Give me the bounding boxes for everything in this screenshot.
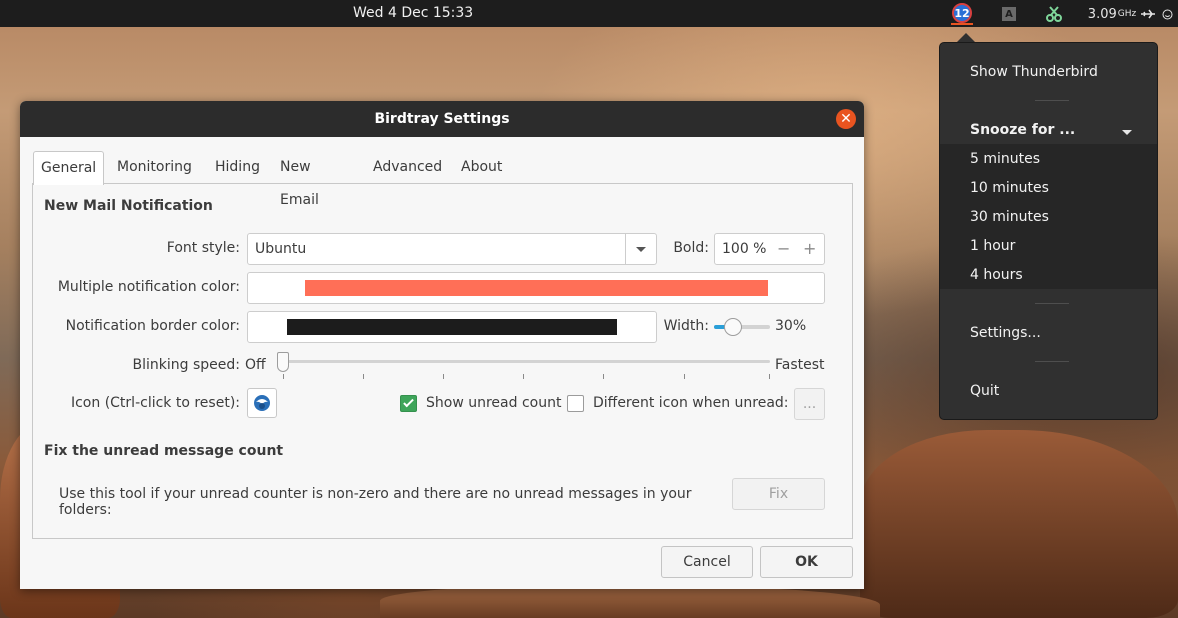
smile-icon — [1162, 9, 1172, 19]
ok-button[interactable]: OK — [760, 546, 853, 578]
font-style-dropdown-button[interactable] — [625, 234, 656, 264]
menu-show-thunderbird[interactable]: Show Thunderbird — [970, 64, 1098, 80]
snooze-submenu: 5 minutes 10 minutes 30 minutes 1 hour 4… — [940, 144, 1157, 289]
menu-separator — [1035, 303, 1069, 304]
chevron-down-icon — [636, 247, 646, 252]
close-icon: ✕ — [840, 111, 852, 127]
top-panel: Wed 4 Dec 15:33 12 A 3.09 GHz — [0, 0, 1178, 27]
tab-new-email[interactable]: New Email — [273, 151, 326, 208]
general-tab-panel: New Mail Notification Font style: Ubuntu… — [32, 183, 853, 539]
birdtray-badge: 12 — [952, 3, 972, 23]
snooze-option[interactable]: 10 minutes — [970, 180, 1049, 196]
thunderbird-icon — [254, 395, 270, 411]
font-style-value: Ubuntu — [255, 241, 307, 257]
network-icon[interactable] — [1140, 3, 1156, 25]
tab-monitoring[interactable]: Monitoring — [110, 151, 199, 184]
tab-about[interactable]: About — [454, 151, 509, 184]
snooze-option[interactable]: 4 hours — [970, 267, 1023, 283]
status-icon[interactable] — [1160, 3, 1174, 25]
width-value: 30% — [775, 318, 807, 334]
keyboard-layout-icon[interactable]: A — [1001, 3, 1017, 25]
slider-tick — [363, 374, 364, 379]
slider-tick — [769, 374, 770, 379]
bold-decrease-button[interactable]: − — [777, 239, 790, 258]
font-style-label: Font style: — [166, 240, 240, 256]
width-slider-handle[interactable] — [724, 318, 742, 336]
icon-label: Icon (Ctrl-click to reset): — [70, 395, 240, 411]
fix-count-heading: Fix the unread message count — [44, 443, 284, 459]
notification-icon-button[interactable] — [247, 388, 277, 418]
clipboard-scissors-icon[interactable] — [1043, 3, 1065, 25]
menu-separator — [1035, 361, 1069, 362]
tab-advanced[interactable]: Advanced — [366, 151, 449, 184]
slider-tick — [523, 374, 524, 379]
slider-tick — [443, 374, 444, 379]
width-label: Width: — [663, 318, 709, 334]
cpu-freq-value: 3.09 — [1087, 6, 1117, 22]
blink-speed-slider[interactable] — [283, 360, 770, 363]
tab-general[interactable]: General — [33, 151, 105, 185]
new-mail-heading: New Mail Notification — [44, 198, 213, 214]
dialog-titlebar[interactable]: Birdtray Settings ✕ — [20, 101, 864, 137]
border-color-label: Notification border color: — [65, 318, 240, 334]
scissors-icon — [1046, 6, 1062, 22]
menu-snooze-for[interactable]: Snooze for ... — [970, 122, 1075, 138]
plane-icon — [1141, 9, 1155, 19]
snooze-option[interactable]: 1 hour — [970, 238, 1015, 254]
cpu-freq-indicator[interactable]: 3.09 GHz — [1087, 3, 1137, 25]
snooze-option[interactable]: 5 minutes — [970, 151, 1040, 167]
slider-tick — [603, 374, 604, 379]
slider-tick — [684, 374, 685, 379]
checkmark-icon — [403, 396, 414, 408]
blink-speed-handle[interactable] — [277, 352, 289, 372]
blink-fastest-label: Fastest — [775, 357, 825, 373]
cancel-button[interactable]: Cancel — [661, 546, 753, 578]
border-color-button[interactable] — [247, 311, 657, 343]
slider-tick — [283, 374, 284, 379]
border-color-swatch — [287, 319, 617, 335]
menu-separator — [1035, 100, 1069, 101]
bold-value: 100 % — [722, 241, 767, 257]
menu-settings[interactable]: Settings... — [970, 325, 1041, 341]
birdtray-icon[interactable]: 12 — [951, 3, 973, 25]
multi-color-swatch — [305, 280, 768, 296]
clock[interactable]: Wed 4 Dec 15:33 — [353, 5, 473, 21]
fix-count-description: Use this tool if your unread counter is … — [59, 486, 692, 518]
bold-increase-button[interactable]: + — [803, 239, 816, 258]
birdtray-settings-dialog: Birdtray Settings ✕ New Mail Notificatio… — [20, 101, 864, 589]
chevron-down-icon — [1122, 130, 1132, 135]
bold-label: Bold: — [673, 240, 709, 256]
cpu-freq-unit: GHz — [1117, 9, 1137, 19]
wallpaper-rock — [380, 585, 880, 618]
fix-button[interactable]: Fix — [732, 478, 825, 510]
menu-quit[interactable]: Quit — [970, 383, 999, 399]
wallpaper-rock — [860, 430, 1178, 618]
keyboard-layout-glyph: A — [1002, 7, 1016, 21]
blink-off-label: Off — [245, 357, 266, 373]
close-button[interactable]: ✕ — [836, 109, 856, 129]
show-unread-label[interactable]: Show unread count — [426, 395, 566, 411]
font-style-combo[interactable]: Ubuntu — [247, 233, 657, 265]
tray-menu: Show Thunderbird Snooze for ... 5 minute… — [939, 42, 1158, 420]
different-icon-browse-button[interactable]: ... — [794, 388, 825, 420]
multi-color-label: Multiple notification color: — [57, 279, 240, 295]
different-icon-checkbox[interactable] — [567, 395, 584, 412]
blink-speed-label: Blinking speed: — [132, 357, 240, 373]
different-icon-label[interactable]: Different icon when unread: — [593, 395, 793, 411]
dialog-title: Birdtray Settings — [374, 111, 510, 127]
snooze-option[interactable]: 30 minutes — [970, 209, 1049, 225]
show-unread-checkbox[interactable] — [400, 395, 417, 412]
multi-color-button[interactable] — [247, 272, 825, 304]
tab-hiding[interactable]: Hiding — [208, 151, 267, 184]
bold-spinbox[interactable]: 100 % − + — [714, 233, 825, 265]
